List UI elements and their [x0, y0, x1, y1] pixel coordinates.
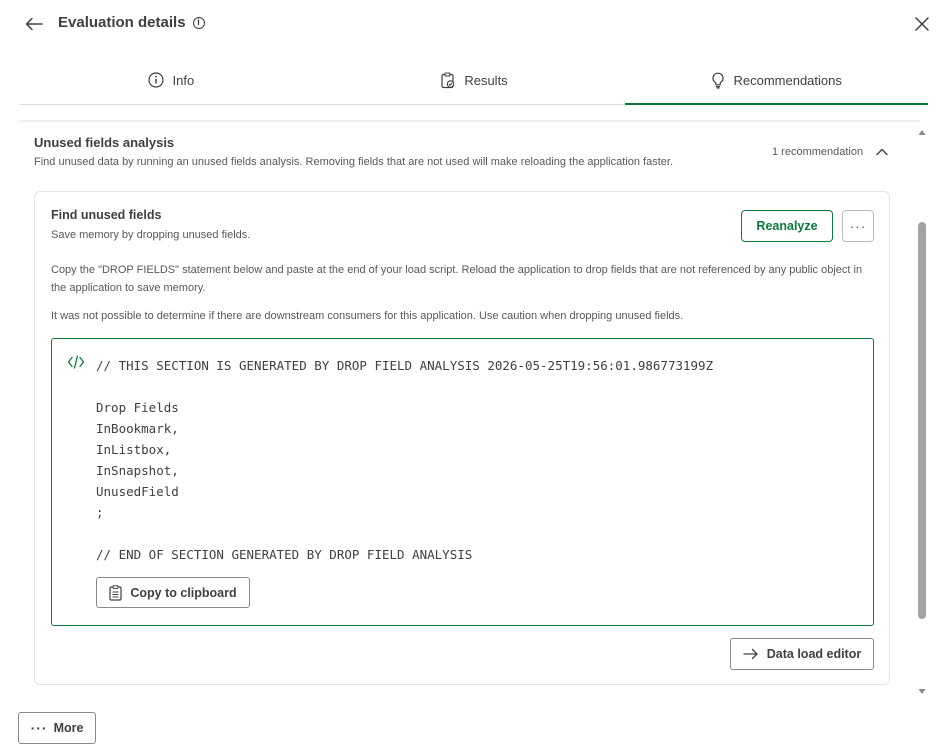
- scrollbar-thumb[interactable]: [918, 222, 926, 619]
- tab-results[interactable]: Results: [323, 56, 626, 104]
- data-load-editor-button[interactable]: Data load editor: [730, 638, 874, 670]
- more-label: More: [53, 721, 84, 735]
- scroll-down-arrow[interactable]: [917, 684, 927, 694]
- divider: [20, 120, 920, 122]
- ellipsis-icon: ···: [849, 218, 867, 234]
- scroll-up-arrow[interactable]: [917, 124, 927, 135]
- card-subtitle: Save memory by dropping unused fields.: [51, 229, 251, 241]
- info-icon: [148, 72, 165, 88]
- tab-recommendations[interactable]: Recommendations: [625, 56, 928, 105]
- tab-recommendations-label: Recommendations: [733, 72, 842, 88]
- tab-bar: Info Results Recommendations: [20, 56, 928, 105]
- tab-info-label: Info: [172, 72, 195, 88]
- page-title: Evaluation details: [58, 14, 186, 31]
- arrow-left-icon: [25, 17, 43, 31]
- back-button[interactable]: [22, 12, 46, 36]
- tab-results-label: Results: [464, 72, 508, 88]
- code-icon: [67, 354, 85, 370]
- arrow-right-icon: [743, 648, 758, 660]
- copy-to-clipboard-button[interactable]: Copy to clipboard: [96, 577, 250, 608]
- clipboard-icon: [109, 584, 122, 601]
- lightbulb-icon: [712, 72, 725, 89]
- drop-fields-script: // THIS SECTION IS GENERATED BY DROP FIE…: [96, 358, 714, 562]
- section-description: Find unused data by running an unused fi…: [34, 156, 673, 168]
- tab-info[interactable]: Info: [20, 56, 323, 104]
- page-title-group: Evaluation details i: [58, 14, 205, 31]
- ellipsis-icon: ···: [30, 720, 48, 736]
- data-load-editor-label: Data load editor: [766, 647, 862, 661]
- reanalyze-button[interactable]: Reanalyze: [741, 210, 833, 242]
- close-button[interactable]: [910, 12, 934, 36]
- info-icon[interactable]: i: [192, 16, 205, 29]
- copy-to-clipboard-label: Copy to clipboard: [130, 585, 237, 600]
- chevron-up-icon: [876, 148, 888, 156]
- caution-text: It was not possible to determine if ther…: [51, 310, 684, 322]
- more-button[interactable]: ··· More: [18, 712, 96, 744]
- card-title: Find unused fields: [51, 208, 162, 222]
- section-title: Unused fields analysis: [34, 135, 175, 150]
- clipboard-check-icon: [441, 71, 455, 88]
- instructions-text: Copy the "DROP FIELDS" statement below a…: [51, 264, 863, 294]
- more-actions-button[interactable]: ···: [842, 210, 874, 242]
- close-icon: [915, 17, 929, 31]
- collapse-section-button[interactable]: [874, 144, 890, 160]
- recommendation-count: 1 recommendation: [772, 146, 864, 158]
